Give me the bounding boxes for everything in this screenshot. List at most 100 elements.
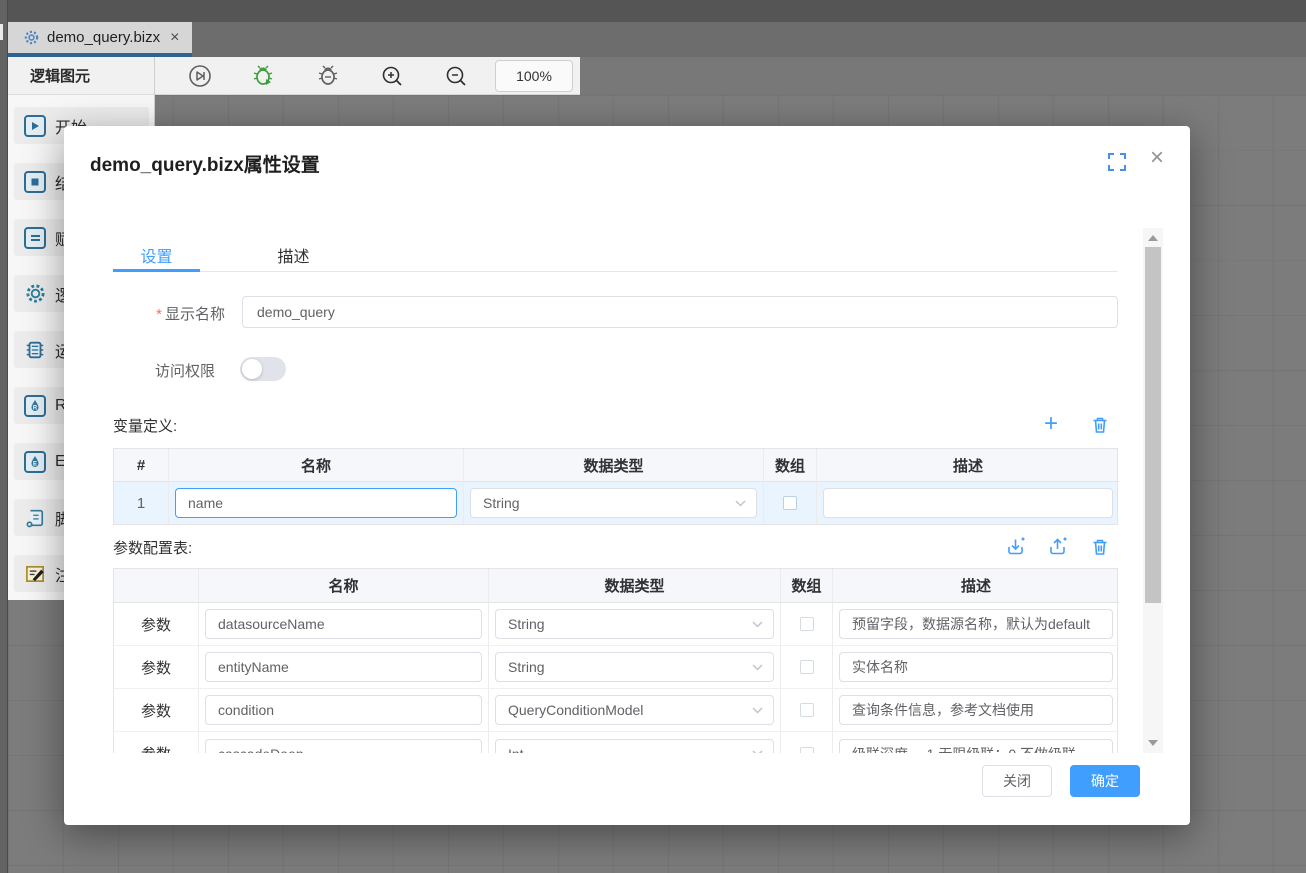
param-desc-input[interactable]: [839, 695, 1113, 725]
svg-text:E: E: [33, 461, 37, 467]
assign-icon: [24, 227, 46, 249]
param-desc-input[interactable]: [839, 609, 1113, 639]
app-header-strip: [0, 0, 1306, 22]
dialog-body: 设置 描述 *显示名称 访问权限 变量定义: + #: [64, 126, 1190, 753]
tab-label: demo_query.bizx: [47, 29, 160, 46]
zoom-level-button[interactable]: 100%: [495, 60, 573, 92]
zoom-out-icon[interactable]: [443, 63, 469, 89]
access-label: 访问权限: [155, 360, 215, 381]
tab-settings[interactable]: 设置: [113, 242, 200, 268]
chevron-down-icon: [752, 750, 763, 753]
col-header-array: 数组: [764, 449, 817, 482]
display-name-input[interactable]: [242, 296, 1118, 328]
variable-row: 1 String: [114, 482, 1117, 524]
param-type-select[interactable]: String: [495, 652, 774, 682]
param-desc-input[interactable]: [839, 652, 1113, 682]
dialog-scrollbar[interactable]: [1143, 228, 1163, 753]
add-variable-icon[interactable]: +: [1039, 412, 1063, 436]
close-button[interactable]: 关闭: [982, 765, 1052, 797]
e-drop-icon: E: [24, 451, 46, 473]
delete-param-icon[interactable]: [1088, 535, 1112, 559]
param-row-label: 参数: [141, 700, 171, 721]
chevron-down-icon: [735, 500, 746, 507]
params-table: 名称 数据类型 数组 描述 参数 String 参数: [113, 568, 1118, 753]
properties-dialog: demo_query.bizx属性设置 × 设置 描述 *显示名称 访问权限 变…: [64, 126, 1190, 825]
param-array-checkbox[interactable]: [800, 747, 814, 754]
variables-table: # 名称 数据类型 数组 描述 1 String: [113, 448, 1118, 525]
variable-type-select[interactable]: String: [470, 488, 757, 518]
export-icon[interactable]: [1045, 534, 1069, 558]
display-name-label: *显示名称: [124, 303, 225, 324]
param-row: 参数 String: [114, 646, 1117, 689]
debug-run-icon[interactable]: [251, 63, 277, 89]
param-row-label: 参数: [141, 743, 171, 753]
param-array-checkbox[interactable]: [800, 617, 814, 631]
col-header-name: 名称: [199, 569, 489, 603]
scroll-up-arrow[interactable]: [1148, 235, 1158, 241]
tab-close-icon[interactable]: ×: [170, 30, 179, 46]
param-row: 参数 QueryConditionModel: [114, 689, 1117, 732]
scroll-down-arrow[interactable]: [1148, 740, 1158, 746]
gear-icon: [24, 30, 39, 45]
param-name-input[interactable]: [205, 695, 482, 725]
variable-desc-input[interactable]: [823, 488, 1113, 518]
param-name-input[interactable]: [205, 739, 482, 754]
palette-header: 逻辑图元: [8, 57, 154, 95]
import-icon[interactable]: [1003, 534, 1027, 558]
app-window: demo_query.bizx × 100% 逻辑图元 开始: [0, 0, 1306, 873]
access-toggle[interactable]: [240, 357, 286, 381]
param-array-checkbox[interactable]: [800, 703, 814, 717]
tab-active-bar: [113, 269, 200, 272]
delete-variable-icon[interactable]: [1088, 413, 1112, 437]
param-row: 参数 Int: [114, 732, 1117, 753]
params-section-label: 参数配置表:: [113, 537, 192, 558]
col-header-desc: 描述: [833, 569, 1119, 603]
col-header-type: 数据类型: [489, 569, 781, 603]
col-header-rowtype: [114, 569, 199, 603]
stop-icon: [24, 171, 46, 193]
tab-demo-query[interactable]: demo_query.bizx ×: [8, 22, 192, 53]
col-header-index: #: [114, 449, 169, 482]
tabs-divider: [113, 271, 1118, 272]
r-drop-icon: R: [24, 395, 46, 417]
logic-gear-icon: [24, 283, 46, 304]
variable-name-input[interactable]: [175, 488, 457, 518]
debug-icon[interactable]: [315, 63, 341, 89]
param-row-label: 参数: [141, 657, 171, 678]
run-icon[interactable]: [187, 63, 213, 89]
variable-array-checkbox[interactable]: [783, 496, 797, 510]
toggle-knob: [242, 359, 262, 379]
param-desc-input[interactable]: [839, 739, 1113, 754]
chevron-down-icon: [752, 664, 763, 671]
zoom-level-value: 100%: [516, 68, 552, 84]
params-header-row: 名称 数据类型 数组 描述: [114, 569, 1117, 603]
param-row-label: 参数: [141, 614, 171, 635]
param-array-checkbox[interactable]: [800, 660, 814, 674]
col-header-array: 数组: [781, 569, 833, 603]
left-rail-marker: [0, 24, 3, 40]
chevron-down-icon: [752, 621, 763, 628]
canvas-toolbar: 100%: [155, 57, 580, 95]
comment-note-icon: [24, 563, 46, 584]
tab-strip-background: [0, 22, 1306, 57]
col-header-name: 名称: [169, 449, 464, 482]
variables-header-row: # 名称 数据类型 数组 描述: [114, 449, 1117, 482]
left-rail: [0, 0, 8, 873]
svg-text:R: R: [33, 405, 38, 411]
script-scroll-icon: [24, 508, 46, 528]
col-header-type: 数据类型: [464, 449, 764, 482]
param-type-select[interactable]: Int: [495, 739, 774, 754]
param-type-select[interactable]: QueryConditionModel: [495, 695, 774, 725]
confirm-button[interactable]: 确定: [1070, 765, 1140, 797]
param-row: 参数 String: [114, 603, 1117, 646]
param-name-input[interactable]: [205, 609, 482, 639]
zoom-in-icon[interactable]: [379, 63, 405, 89]
scrollbar-thumb[interactable]: [1145, 247, 1161, 603]
start-icon: [24, 115, 46, 137]
param-name-input[interactable]: [205, 652, 482, 682]
required-mark: *: [156, 306, 162, 323]
col-header-desc: 描述: [817, 449, 1119, 482]
row-index: 1: [137, 495, 145, 512]
tab-description[interactable]: 描述: [250, 242, 337, 268]
param-type-select[interactable]: String: [495, 609, 774, 639]
